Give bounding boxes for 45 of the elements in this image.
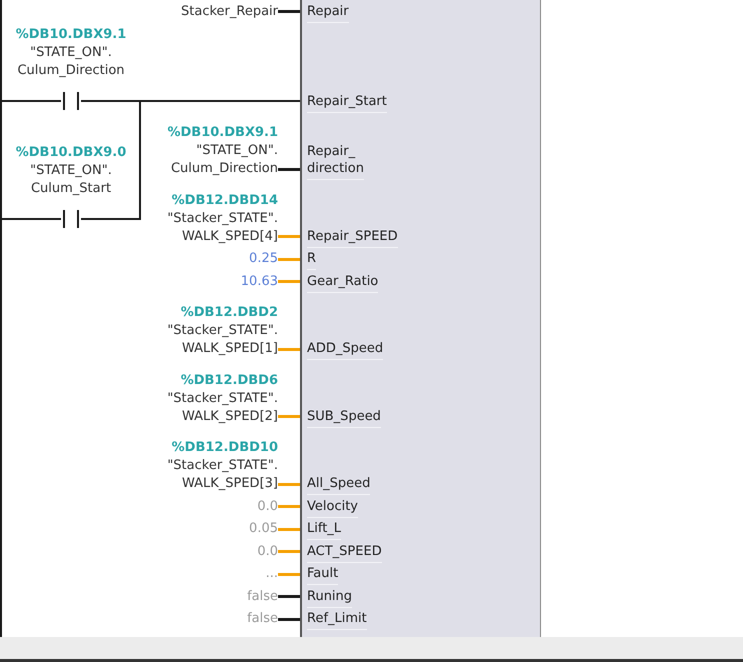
operand-tag: WALK_SPED[3]	[182, 475, 278, 493]
pin-label: ACT_SPEED	[307, 542, 382, 562]
operand-tag: Culum_Start	[30, 180, 112, 198]
operand-tag: "Stacker_STATE".	[167, 210, 278, 228]
pin-label: Repair	[307, 2, 349, 22]
operand-tag: "STATE_ON".	[196, 142, 278, 160]
pin-label: Repair_ direction	[307, 143, 364, 180]
operand-address: %DB10.DBX9.1	[16, 26, 126, 44]
operand-address: %DB12.DBD2	[180, 304, 278, 322]
default-value: false	[247, 610, 278, 628]
operand-address: %DB12.DBD6	[180, 372, 278, 390]
pin-label: Repair_Start	[307, 92, 387, 112]
constant-value: 10.63	[240, 272, 278, 290]
pin-label: All_Speed	[307, 475, 370, 495]
pin-label: ADD_Speed	[307, 340, 384, 360]
operand-address: %DB10.DBX9.0	[16, 144, 126, 162]
pin-label: Lift_L	[307, 520, 342, 540]
operand-tag: "Stacker_STATE".	[167, 457, 278, 475]
operand-address: %DB12.DBD10	[172, 439, 278, 457]
default-value: 0.0	[257, 542, 278, 560]
default-value: 0.05	[249, 520, 278, 538]
pin-label: Fault	[307, 565, 338, 585]
operand-tag: Culum_Direction	[170, 160, 278, 178]
operand-tag: "STATE_ON".	[30, 44, 112, 62]
pin-label: Repair_SPEED	[307, 228, 398, 248]
operand-tag: Culum_Direction	[17, 62, 125, 80]
operand-tag: WALK_SPED[1]	[182, 340, 278, 358]
operand-tag: "Stacker_STATE".	[167, 390, 278, 408]
pin-label: R	[307, 250, 316, 270]
operand-address: %DB10.DBX9.1	[167, 124, 278, 142]
operand-tag: Stacker_Repair	[181, 2, 278, 20]
pin-label: Ref_Limit	[307, 610, 367, 630]
operand-tag: WALK_SPED[2]	[182, 408, 278, 426]
pin-label: Velocity	[307, 498, 358, 518]
constant-value: 0.25	[249, 250, 278, 268]
pin-label: SUB_Speed	[307, 408, 381, 428]
operand-tag: "Stacker_STATE".	[167, 322, 278, 340]
pin-label: Gear_Ratio	[307, 272, 378, 292]
default-value: 0.0	[257, 498, 278, 516]
operand-tag: "STATE_ON".	[30, 162, 112, 180]
default-value: ...	[266, 565, 278, 583]
operand-address: %DB12.DBD14	[172, 192, 278, 210]
default-value: false	[247, 588, 278, 606]
operand-tag: WALK_SPED[4]	[182, 228, 278, 246]
pin-label: Runing	[307, 588, 352, 608]
